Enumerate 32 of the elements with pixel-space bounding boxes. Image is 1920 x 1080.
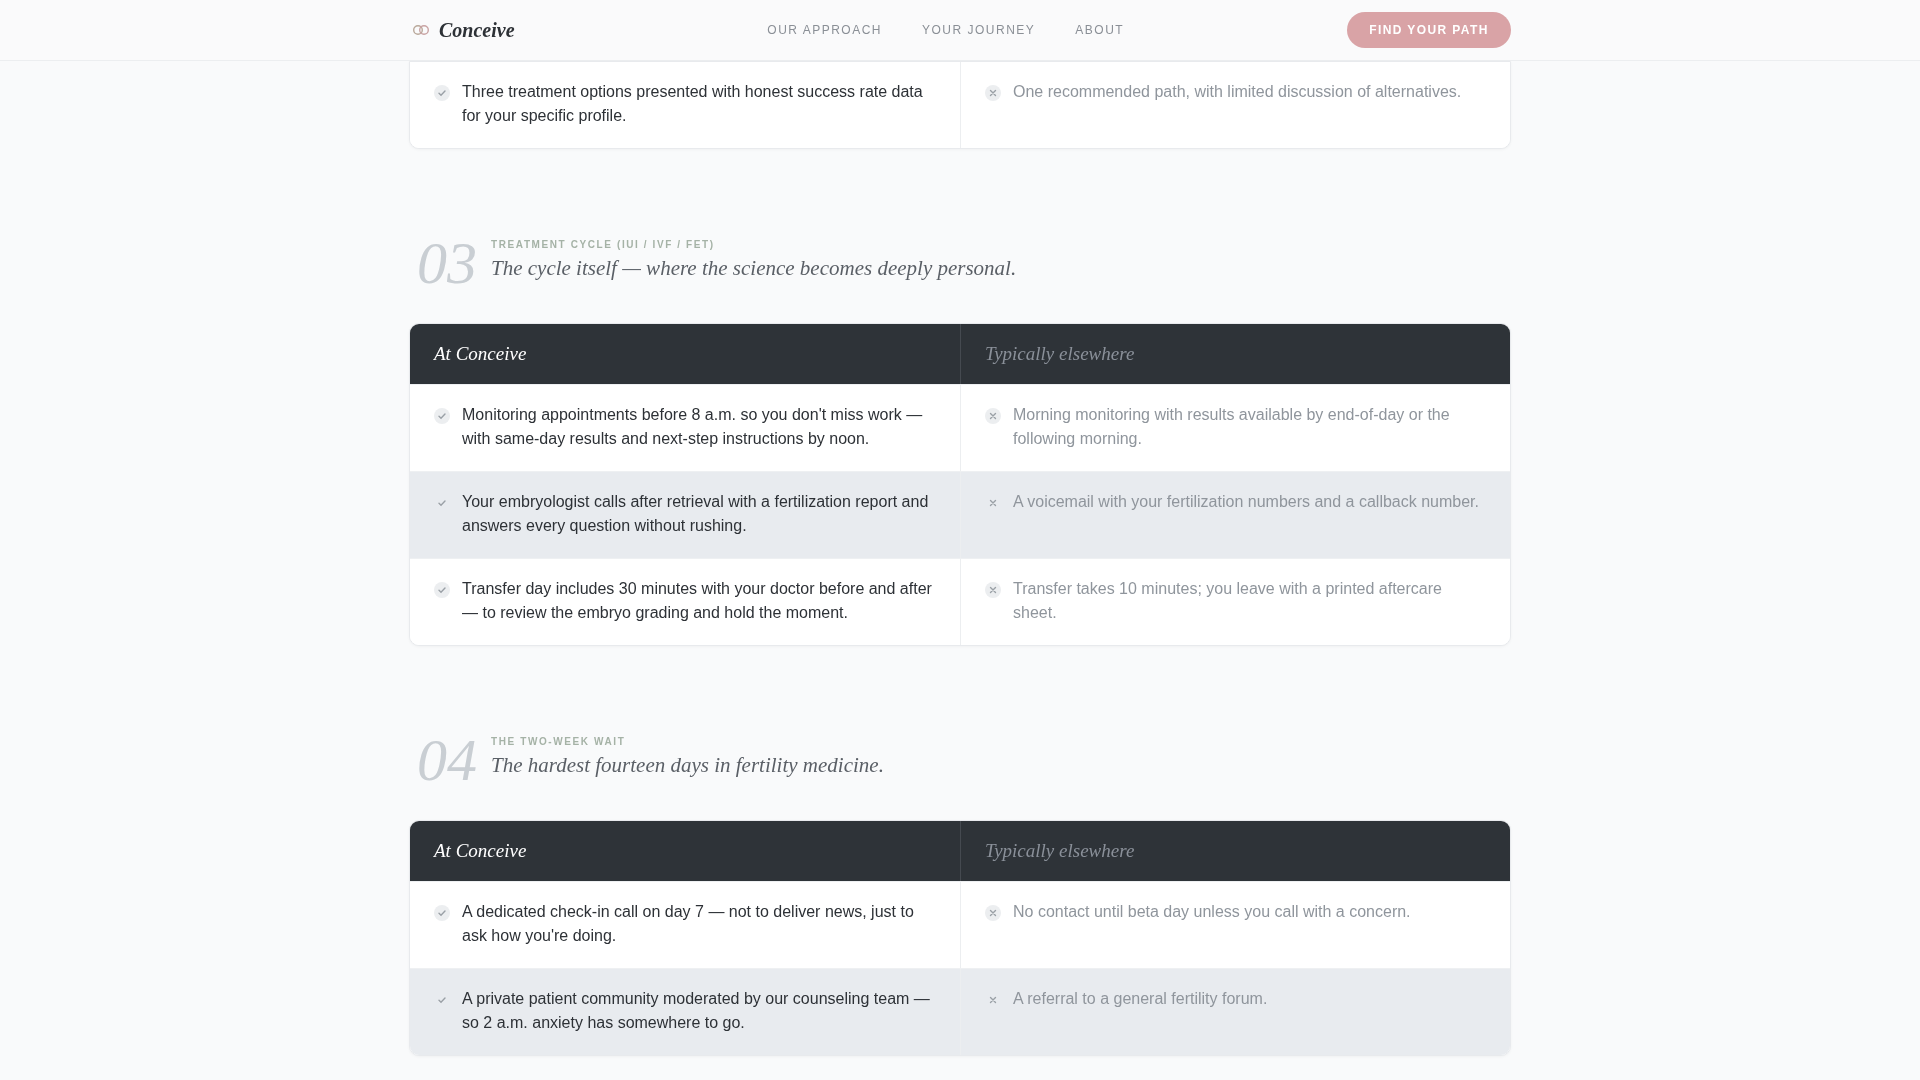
comparison-text: One recommended path, with limited discussion of alternatives. [1013, 82, 1462, 102]
section-title: The hardest fourteen days in fertility medicine. [491, 753, 884, 778]
check-icon [434, 582, 450, 598]
comparison-text: A referral to a general fertility forum. [1013, 989, 1268, 1009]
check-icon [434, 905, 450, 921]
comparison-text: A private patient community moderated by our counseling team — so 2 a.m. anxiety has somewhere to go. [462, 989, 931, 1033]
section-title: The cycle itself — where the science becomes deeply personal. [491, 256, 1017, 281]
section-eyebrow: TREATMENT CYCLE (IUI / IVF / FET) [491, 239, 716, 250]
comparison-text: Morning monitoring with results available by end-of-day or the following morning. [1013, 405, 1451, 449]
comparison-text: No contact until beta day unless you call with a concern. [1013, 902, 1411, 922]
find-path-button[interactable]: FIND YOUR PATH [1347, 12, 1511, 48]
section-eyebrow: THE TWO-WEEK WAIT [491, 736, 627, 747]
comparison-text: Your embryologist calls after retrieval with a fertilization report and answers every question without rushing. [462, 492, 930, 536]
comparison-text: Transfer day includes 30 minutes with your doctor before and after — to review the embryo grading and hold the moment. [462, 579, 933, 623]
brand-name[interactable]: Conceive [439, 18, 515, 42]
comparison-text: Monitoring appointments before 8 a.m. so you don't miss work — with same-day results and next-step instructions by noon. [462, 405, 924, 449]
cross-icon [985, 582, 1001, 598]
logo-icon [413, 23, 429, 37]
comparison-text: Transfer takes 10 minutes; you leave with a printed aftercare sheet. [1013, 579, 1443, 623]
nav-link[interactable]: OUR APPROACH [767, 23, 882, 37]
nav-link[interactable]: YOUR JOURNEY [922, 23, 1036, 37]
nav-link[interactable]: ABOUT [1075, 23, 1125, 37]
comparison-text: A dedicated check-in call on day 7 — not to deliver news, just to ask how you're doing. [462, 902, 915, 946]
cross-icon [985, 408, 1001, 424]
column-header: At Conceive [432, 342, 528, 366]
comparison-text: A voicemail with your fertilization numbers and a callback number. [1013, 492, 1479, 512]
check-icon [434, 85, 450, 101]
cross-icon [985, 85, 1001, 101]
column-header: At Conceive [432, 839, 528, 863]
comparison-text: Three treatment options presented with honest success rate data for your specific profile. [462, 82, 924, 126]
check-icon [434, 408, 450, 424]
cross-icon [985, 905, 1001, 921]
